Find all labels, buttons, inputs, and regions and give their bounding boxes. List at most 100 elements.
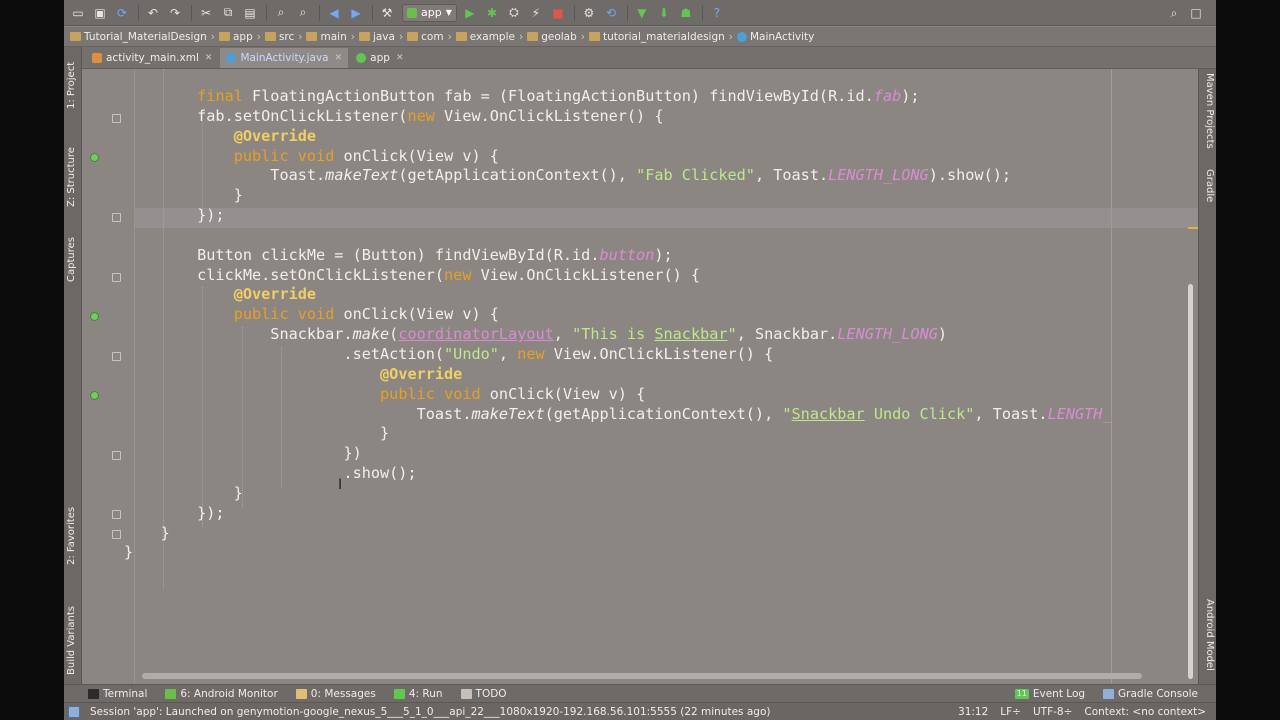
android-icon	[407, 7, 417, 18]
folder-icon	[588, 32, 600, 41]
class-icon	[226, 53, 237, 63]
fold-icon[interactable]	[112, 273, 121, 282]
close-icon[interactable]: ✕	[205, 53, 213, 63]
breadcrumb-item[interactable]: src ›	[264, 31, 302, 43]
fold-icon[interactable]	[112, 352, 121, 361]
debug-icon[interactable]: ✱	[482, 3, 502, 23]
make-project-icon[interactable]: ⚒	[377, 3, 397, 23]
favorites-panel-tab[interactable]: 2: Favorites	[66, 507, 77, 565]
sync-icon[interactable]: ⟳	[112, 3, 132, 23]
close-icon[interactable]: ✕	[396, 53, 404, 63]
captures-panel-tab[interactable]: Captures	[66, 237, 77, 282]
back-icon[interactable]: ◀	[324, 3, 344, 23]
gradle-panel-tab[interactable]: Gradle	[1204, 169, 1215, 202]
class-icon	[736, 31, 747, 42]
project-panel-tab[interactable]: 1: Project	[66, 62, 77, 109]
breadcrumb: Tutorial_MaterialDesign › app › src › main ›…	[64, 27, 1216, 47]
attach-debugger-icon[interactable]: ⛭	[504, 3, 524, 23]
find-icon[interactable]: ⌕	[271, 3, 291, 23]
breadcrumb-item[interactable]: geolab ›	[527, 31, 585, 43]
toolbar-separator	[191, 4, 192, 21]
tool-window-bar: Terminal 6: Android Monitor 0: Messages …	[64, 684, 1216, 702]
toolbar-separator	[319, 4, 320, 21]
run-icon	[393, 688, 405, 699]
folder-icon	[306, 32, 318, 41]
paste-icon[interactable]: ▤	[240, 3, 260, 23]
cut-icon[interactable]: ✂	[196, 3, 216, 23]
caret-position[interactable]: 31:12	[958, 706, 988, 718]
todo-tab[interactable]: TODO	[460, 688, 507, 700]
breadcrumb-item[interactable]: tutorial_materialdesign ›	[588, 31, 733, 43]
tool-windows-toggle-icon[interactable]	[68, 705, 80, 718]
open-icon[interactable]: ▭	[68, 3, 88, 23]
build-variants-panel-tab[interactable]: Build Variants	[66, 606, 77, 675]
gradle-sync-icon[interactable]: ⟲	[601, 3, 621, 23]
breadcrumb-item[interactable]: app ›	[218, 31, 261, 43]
terminal-icon	[88, 688, 99, 699]
maven-projects-panel-tab[interactable]: Maven Projects	[1204, 73, 1215, 149]
breadcrumb-item[interactable]: Tutorial_MaterialDesign ›	[70, 31, 215, 43]
code-editor[interactable]: final FloatingActionButton fab = (Floati…	[82, 69, 1198, 684]
avd-manager-icon[interactable]: ▼	[632, 3, 652, 23]
editor-tabs: activity_main.xml ✕ MainActivity.java ✕ ap…	[64, 47, 1216, 69]
copy-icon[interactable]: ⧉	[218, 3, 238, 23]
tab-app[interactable]: app ✕	[350, 48, 409, 68]
apply-changes-icon[interactable]: ⚡	[526, 3, 546, 23]
run-icon[interactable]: ▶	[460, 3, 480, 23]
run-config-select[interactable]: app ▼	[402, 3, 457, 22]
run-tab[interactable]: 4: Run	[393, 688, 443, 700]
fold-icon[interactable]	[112, 114, 121, 123]
help-icon[interactable]: ?	[707, 3, 727, 23]
android-device-monitor-icon[interactable]: ☗	[676, 3, 696, 23]
override-marker-icon[interactable]	[90, 312, 99, 321]
forward-icon[interactable]: ▶	[346, 3, 366, 23]
redo-icon[interactable]: ↷	[165, 3, 185, 23]
window-square-icon[interactable]: □	[1186, 3, 1206, 23]
right-tool-strip: Maven Projects Gradle Android Model	[1198, 69, 1216, 684]
toolbar-separator	[266, 4, 267, 21]
stop-icon[interactable]: ■	[548, 3, 568, 23]
project-structure-icon[interactable]: ⚙	[579, 3, 599, 23]
breadcrumb-item[interactable]: java ›	[358, 31, 403, 43]
breadcrumb-item[interactable]: MainActivity	[736, 31, 814, 43]
tab-main-activity-java[interactable]: MainActivity.java ✕	[220, 48, 349, 68]
code-text[interactable]: final FloatingActionButton fab = (Floati…	[124, 87, 1112, 563]
android-monitor-tab[interactable]: 6: Android Monitor	[165, 688, 278, 700]
close-icon[interactable]: ✕	[335, 53, 343, 63]
override-marker-icon[interactable]	[90, 391, 99, 400]
gradle-console-icon	[1103, 688, 1115, 699]
toolbar-separator	[573, 4, 575, 21]
replace-icon[interactable]: ⌕	[293, 3, 313, 23]
breadcrumb-item[interactable]: main ›	[306, 31, 355, 43]
tab-activity-main-xml[interactable]: activity_main.xml ✕	[86, 48, 218, 68]
gradle-console-tab[interactable]: Gradle Console	[1103, 688, 1198, 700]
folder-icon	[407, 32, 419, 41]
fold-icon[interactable]	[112, 530, 121, 539]
event-log-tab[interactable]: 11 Event Log	[1014, 688, 1085, 700]
terminal-tab[interactable]: Terminal	[88, 688, 147, 700]
folder-icon	[70, 32, 81, 41]
line-separator[interactable]: LF÷	[1000, 706, 1021, 718]
save-icon[interactable]: ▣	[90, 3, 110, 23]
sdk-manager-icon[interactable]: ⬇	[654, 3, 674, 23]
undo-icon[interactable]: ↶	[143, 3, 163, 23]
text-cursor-icon: I	[338, 477, 343, 493]
messages-tab[interactable]: 0: Messages	[295, 688, 376, 700]
search-everywhere-icon[interactable]: ⌕	[1164, 3, 1184, 23]
android-model-panel-tab[interactable]: Android Model	[1204, 599, 1215, 671]
structure-panel-tab[interactable]: Z: Structure	[66, 147, 77, 207]
android-icon	[165, 688, 177, 699]
vertical-scrollbar[interactable]	[1188, 284, 1193, 679]
context-indicator[interactable]: Context: <no context>	[1084, 706, 1206, 718]
warning-stripe[interactable]	[1188, 227, 1198, 229]
horizontal-scrollbar[interactable]	[142, 673, 1142, 679]
breadcrumb-item[interactable]: example ›	[455, 31, 523, 43]
fold-icon[interactable]	[112, 510, 121, 519]
folder-icon	[455, 32, 467, 41]
fold-icon[interactable]	[112, 213, 121, 222]
fold-icon[interactable]	[112, 451, 121, 460]
folder-icon	[527, 32, 539, 41]
override-marker-icon[interactable]	[90, 153, 99, 162]
file-encoding[interactable]: UTF-8÷	[1033, 706, 1072, 718]
breadcrumb-item[interactable]: com ›	[407, 31, 452, 43]
